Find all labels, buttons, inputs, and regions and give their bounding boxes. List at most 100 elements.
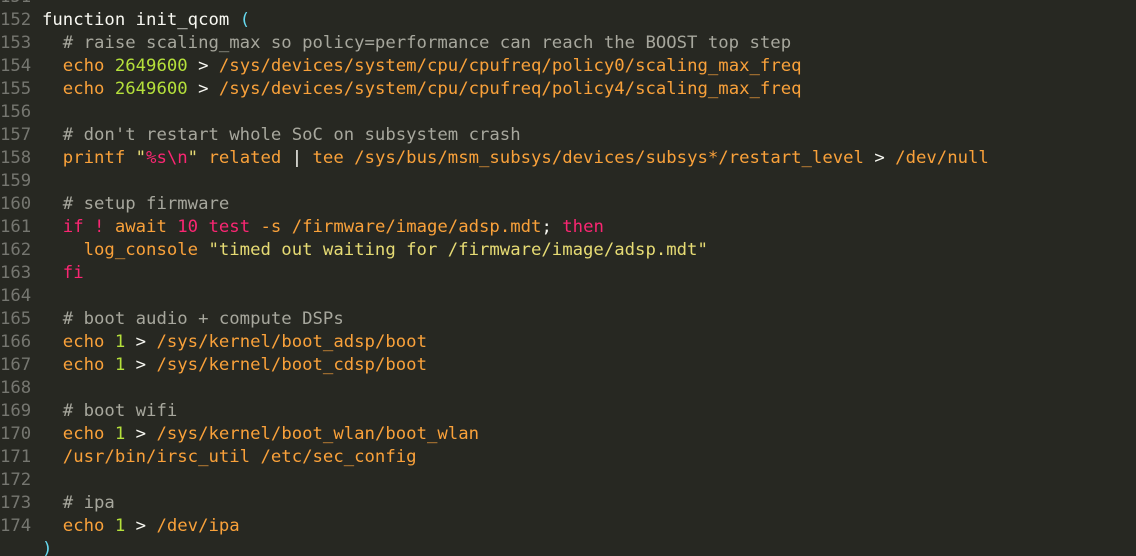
line-code: echo 1 > /sys/kernel/boot_cdsp/boot [42,355,427,375]
line-number: 157 [0,125,32,145]
line-number: 166 [0,332,32,352]
line-number: 156 [0,102,32,122]
line-code: if ! await 10 test -s /firmware/image/ad… [42,217,604,237]
code-token-op: > [187,79,219,99]
line-code: ) [42,539,52,556]
code-line[interactable]: 172 [0,469,1136,492]
line-code: # ipa [42,493,115,513]
line-number: 170 [0,424,32,444]
line-code: echo 1 > /dev/ipa [42,516,240,536]
code-line[interactable]: 164 [0,285,1136,308]
line-code: # boot audio + compute DSPs [42,309,344,329]
line-number: 152 [0,10,32,30]
code-token-keyword: then [562,217,604,237]
code-editor[interactable]: 151152function init_qcom (153 # raise sc… [0,0,1136,556]
code-line[interactable]: 166 echo 1 > /sys/kernel/boot_adsp/boot [0,331,1136,354]
line-code: fi [42,263,84,283]
line-code: /usr/bin/irsc_util /etc/sec_config [42,447,417,467]
code-line[interactable]: 171 /usr/bin/irsc_util /etc/sec_config [0,446,1136,469]
line-code: function init_qcom ( [42,10,250,30]
code-line[interactable]: 152 function init_qcom ( [0,9,1136,32]
code-token-comment: # don't restart whole SoC on subsystem c… [42,125,521,145]
code-token-path: related [198,148,292,168]
line-code: echo 1 > /sys/kernel/boot_adsp/boot [42,332,427,352]
code-token-path: /sys/kernel/boot_cdsp/boot [156,355,427,375]
code-line[interactable]: 169 # boot wifi [0,400,1136,423]
code-token-builtin: printf [42,148,136,168]
code-line[interactable]: 160 # setup firmware [0,193,1136,216]
code-token-number: 1 [114,355,126,375]
line-number: 155 [0,79,32,99]
code-token-op: ; [541,217,563,237]
code-line[interactable]: 154 echo 2649600 > /sys/devices/system/c… [0,55,1136,78]
code-token-comment: # raise scaling_max so policy=performanc… [42,33,792,53]
line-number: 165 [0,309,32,329]
code-line[interactable]: 156 [0,101,1136,124]
line-number: 169 [0,401,32,421]
code-token-path: /sys/kernel/boot_wlan/boot_wlan [156,424,479,444]
code-token-string: "timed out waiting for /firmware/image/a… [208,240,708,260]
code-token-path: tee /sys/bus/msm_subsys/devices/subsys*/… [312,148,875,168]
code-token-builtin: echo [42,332,115,352]
code-token-builtin: echo [42,79,115,99]
line-code: # boot wifi [42,401,177,421]
line-code: # don't restart whole SoC on subsystem c… [42,125,521,145]
line-number: 153 [0,33,32,53]
line-number: 173 [0,493,32,513]
code-line[interactable]: 159 [0,170,1136,193]
code-token-op: | [291,148,313,168]
code-token-builtin: echo [42,355,115,375]
code-token-comment: # boot wifi [42,401,178,421]
code-line[interactable]: 167 echo 1 > /sys/kernel/boot_cdsp/boot [0,354,1136,377]
code-token-op: > [125,355,157,375]
code-token-keyword: test [198,217,261,237]
line-number: 162 [0,240,32,260]
code-token-plain: function init_qcom [42,10,240,30]
code-token-number: 2649600 [114,79,188,99]
code-line[interactable]: 170 echo 1 > /sys/kernel/boot_wlan/boot_… [0,423,1136,446]
code-line[interactable]: 173 # ipa [0,492,1136,515]
code-token-comment: # ipa [42,493,115,513]
code-line[interactable]: 162 log_console "timed out waiting for /… [0,239,1136,262]
code-token-path: /sys/devices/system/cpu/cpufreq/policy0/… [218,56,802,76]
line-number: 160 [0,194,32,214]
line-number: 154 [0,56,32,76]
code-token-number: 1 [114,516,126,536]
code-token-op: > [125,516,157,536]
code-line[interactable]: 155 echo 2649600 > /sys/devices/system/c… [0,78,1136,101]
code-line[interactable]: 163 fi [0,262,1136,285]
code-token-builtin: echo [42,516,115,536]
code-token-op: > [874,148,896,168]
code-line[interactable]: 157 # don't restart whole SoC on subsyst… [0,124,1136,147]
code-line[interactable]: 168 [0,377,1136,400]
code-lines: 151152function init_qcom (153 # raise sc… [0,0,1136,556]
code-line[interactable]: 174 echo 1 > /dev/ipa [0,515,1136,538]
code-token-string: " [135,148,147,168]
line-number: 158 [0,148,32,168]
code-line[interactable]: 153 # raise scaling_max so policy=perfor… [0,32,1136,55]
code-token-keyword: if ! [42,217,115,237]
code-line[interactable]: 158 printf "%s\n" related | tee /sys/bus… [0,147,1136,170]
code-token-number: 1 [114,424,126,444]
code-token-path: -s /firmware/image/adsp.mdt [260,217,542,237]
line-number: 161 [0,217,32,237]
line-code: echo 1 > /sys/kernel/boot_wlan/boot_wlan [42,424,479,444]
line-code: printf "%s\n" related | tee /sys/bus/msm… [42,148,989,168]
code-token-keyword: 10 [177,217,199,237]
code-token-string: " [187,148,199,168]
code-line[interactable]: ) [0,538,1136,556]
line-code: log_console "timed out waiting for /firm… [42,240,708,260]
line-number: 163 [0,263,32,283]
line-number: 151 [0,0,42,9]
code-line[interactable]: 161 if ! await 10 test -s /firmware/imag… [0,216,1136,239]
line-number: 159 [0,171,32,191]
code-token-path: /sys/devices/system/cpu/cpufreq/policy4/… [218,79,802,99]
code-line[interactable]: 151 [0,0,1136,9]
line-code: # raise scaling_max so policy=performanc… [42,33,791,53]
code-token-path: /usr/bin/irsc_util /etc/sec_config [42,447,417,467]
code-line[interactable]: 165 # boot audio + compute DSPs [0,308,1136,331]
code-token-op: > [187,56,219,76]
code-token-path: await [114,217,178,237]
line-number: 174 [0,516,32,536]
code-token-path: /sys/kernel/boot_adsp/boot [156,332,427,352]
